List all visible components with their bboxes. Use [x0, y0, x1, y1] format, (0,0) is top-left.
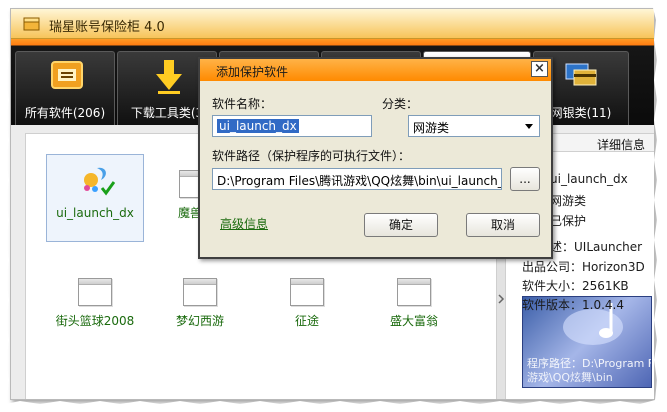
tab-label: 所有软件(206): [24, 106, 106, 120]
detail-size: 软件大小：2561KB: [522, 279, 629, 293]
detail-name: ui_launch_dx: [550, 172, 628, 186]
app-window-icon: [183, 278, 217, 306]
detail-category: 网游类: [550, 194, 587, 208]
bank-cards-icon: [565, 63, 597, 86]
app-name: 盛大富翁: [389, 314, 438, 328]
safe-box-icon: [23, 17, 40, 31]
details-title: 详细信息: [596, 138, 645, 152]
software-name-value: ui_launch_dx: [217, 119, 299, 133]
chevron-down-icon: [525, 124, 533, 129]
software-path-value: D:\Program Files\腾讯游戏\QQ炫舞\bin\ui_launch…: [217, 174, 501, 188]
detail-description: 述：UILauncher: [550, 240, 643, 254]
tab-all-software[interactable]: 所有软件(206): [15, 51, 115, 125]
advanced-info-link[interactable]: 高级信息: [220, 215, 268, 232]
app-window-icon: [290, 278, 324, 306]
category-select[interactable]: 网游类: [408, 115, 540, 137]
app-item-menghuan-xiyou[interactable]: 梦幻西游: [150, 278, 250, 329]
software-path-field[interactable]: D:\Program Files\腾讯游戏\QQ炫舞\bin\ui_launch…: [212, 168, 502, 190]
app-name: 征途: [294, 314, 319, 328]
category-label: 分类：: [382, 97, 419, 111]
app-window-icon: [78, 278, 112, 306]
promo-path-2: 游戏\QQ炫舞\bin: [527, 371, 613, 384]
ok-button[interactable]: 确定: [364, 213, 438, 237]
chevron-right-icon: [498, 294, 505, 304]
dialog-title: 添加保护软件: [216, 65, 289, 79]
app-item-shanda-fuweng[interactable]: 盛大富翁: [364, 278, 464, 329]
add-protected-software-dialog: 添加保护软件 × 软件名称： ui_launch_dx 分类： 网游类 软件路径…: [198, 57, 553, 259]
detail-publisher: 出品公司：Horizon3D: [522, 260, 645, 274]
app-name: 梦幻西游: [175, 314, 224, 328]
software-name-label: 软件名称：: [212, 97, 273, 111]
browse-button[interactable]: ...: [510, 167, 540, 191]
detail-status: 已保护: [550, 214, 587, 228]
app-item-street-basketball[interactable]: 街头篮球2008: [45, 278, 145, 329]
app-item-ui-launch-dx[interactable]: ui_launch_dx: [45, 166, 145, 220]
app-window-icon: [397, 278, 431, 306]
window-title: 瑞星账号保险柜 4.0: [49, 20, 165, 35]
download-arrow-icon: [156, 60, 182, 94]
app-name: 街头篮球2008: [55, 314, 135, 328]
qq-dance-app-icon: [84, 167, 115, 196]
software-icon: [51, 61, 83, 89]
software-path-label: 软件路径（保护程序的可执行文件）：: [212, 149, 411, 163]
check-icon: [100, 181, 115, 196]
app-item-zhengtu[interactable]: 征途: [257, 278, 357, 329]
title-bar[interactable]: 瑞星账号保险柜 4.0: [11, 9, 654, 39]
category-value: 网游类: [413, 121, 450, 135]
software-name-field[interactable]: ui_launch_dx: [212, 115, 372, 137]
detail-version: 软件版本：1.0.4.4: [522, 298, 624, 312]
close-button[interactable]: ×: [531, 61, 548, 77]
cancel-button[interactable]: 取消: [466, 213, 540, 237]
dialog-title-bar[interactable]: 添加保护软件 ×: [200, 59, 551, 81]
app-name: ui_launch_dx: [56, 206, 134, 220]
